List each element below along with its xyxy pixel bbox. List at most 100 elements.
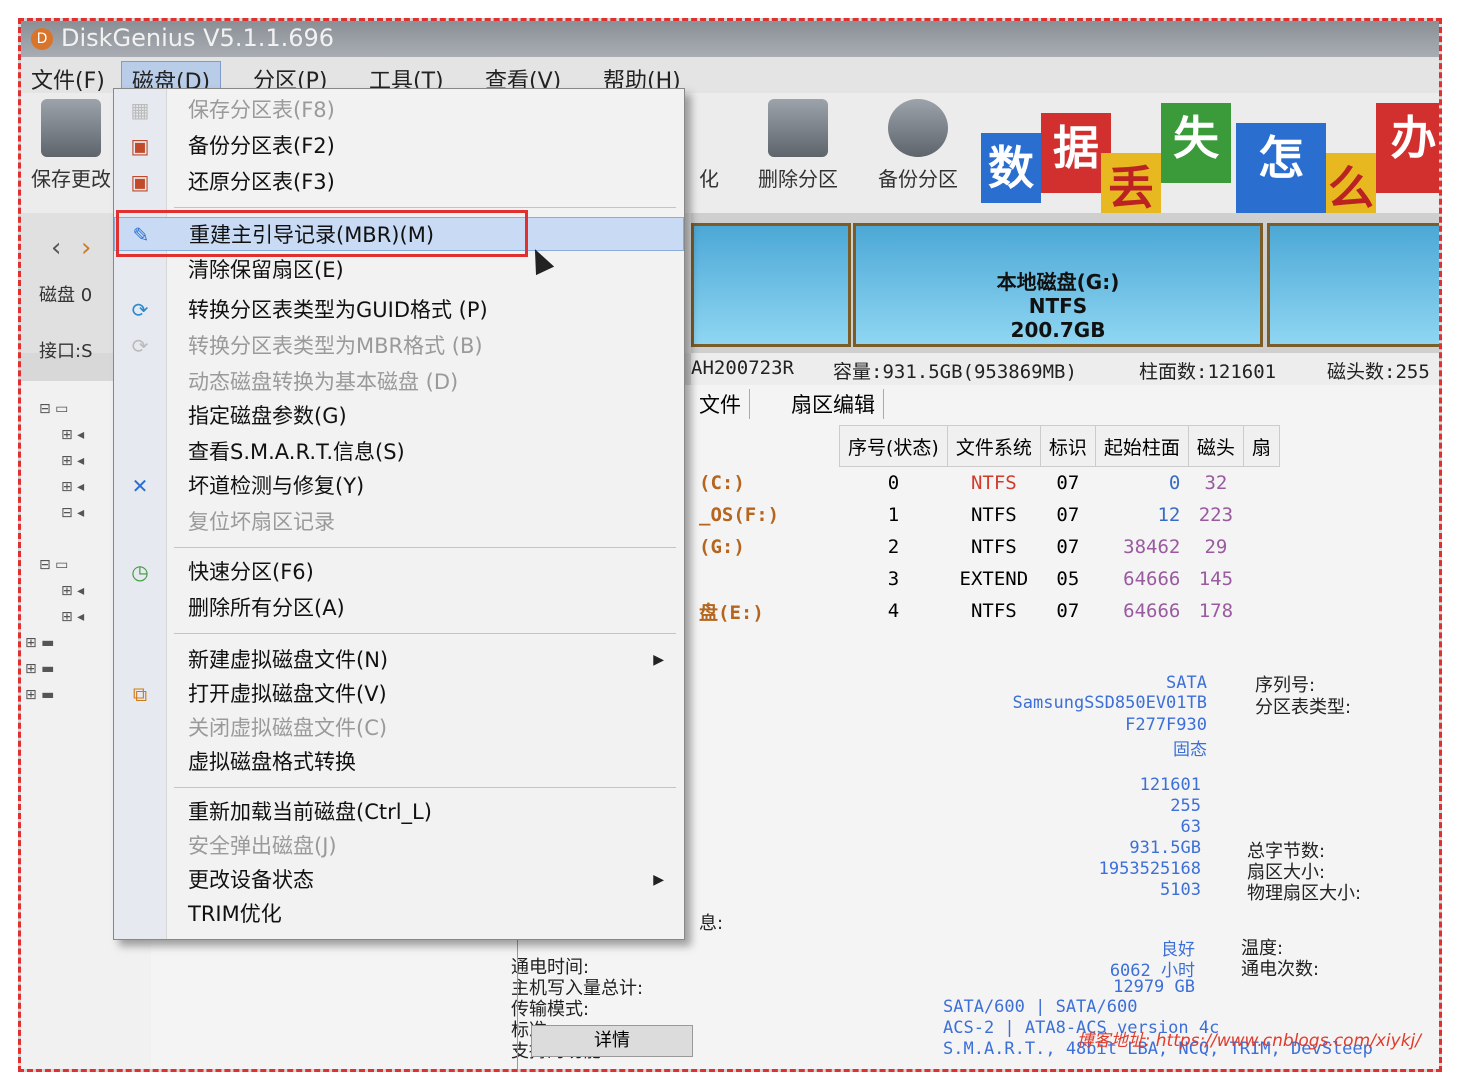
menu-item-convert-to-mbr[interactable]: ⟳ 转换分区表类型为MBR格式 (B) — [114, 329, 684, 363]
table-row[interactable]: (C:) 0 NTFS 07 0 32 — [691, 467, 1279, 500]
table-row[interactable]: (G:) 2 NTFS 07 38462 29 — [691, 531, 1279, 563]
menu-item-trim[interactable]: TRIM优化 — [114, 897, 684, 931]
tree-node[interactable]: ⊟ ▭ — [39, 557, 68, 573]
cell-cyl: 64666 — [1123, 600, 1181, 622]
table-row[interactable]: 3 EXTEND 05 64666 145 — [691, 563, 1279, 595]
tab-sector-edit[interactable]: 扇区编辑 — [783, 389, 884, 419]
tree-node[interactable]: ⊟ ▭ — [39, 401, 68, 417]
menu-separator — [174, 787, 676, 788]
tree-node[interactable]: ⊞ ▬ — [25, 661, 54, 677]
menu-item-new-virtual-disk[interactable]: 新建虚拟磁盘文件(N) ▶ — [114, 643, 684, 677]
delete-partition-button[interactable]: 删除分区 — [743, 99, 853, 192]
segment-fs: NTFS — [1028, 294, 1088, 318]
menu-item-label: 新建虚拟磁盘文件(N) — [188, 648, 389, 672]
cell-head: 223 — [1198, 504, 1234, 526]
restore-icon: ▣ — [130, 170, 150, 194]
menu-item-open-virtual-disk[interactable]: ⧉ 打开虚拟磁盘文件(V) — [114, 677, 684, 711]
backup-icon — [888, 99, 948, 157]
tree-node[interactable]: ⊞ ◂ — [61, 479, 84, 495]
disk-model: AH200723R — [691, 357, 794, 379]
backup-partition-label: 备份分区 — [878, 167, 958, 191]
vdisk-icon: ⧉ — [132, 682, 148, 706]
col-header-name — [691, 426, 840, 467]
menu-item-label: 动态磁盘转换为基本磁盘 (D) — [188, 370, 459, 394]
detail-host-writes: 12979 GB — [1113, 977, 1195, 997]
partition-segment[interactable] — [1267, 223, 1439, 347]
col-header[interactable]: 序号(状态) — [839, 425, 948, 467]
save-changes-button[interactable]: 保存更改 — [25, 99, 117, 192]
cell-id: 05 — [1056, 568, 1080, 590]
save-icon: ▦ — [130, 98, 150, 122]
menu-item-safe-eject[interactable]: 安全弹出磁盘(J) — [114, 829, 684, 863]
partition-segment[interactable] — [691, 223, 851, 347]
cell-name: (G:) — [699, 536, 745, 558]
blog-watermark: 博客地址: https://www.cnblogs.com/xiykj/ — [1076, 1031, 1421, 1051]
menu-item-reload-disk[interactable]: 重新加载当前磁盘(Ctrl_L) — [114, 795, 684, 829]
cell-id: 07 — [1056, 600, 1080, 622]
cell-empty — [1243, 467, 1279, 500]
label-smart-info: 息: — [699, 913, 724, 934]
label-table-type: 分区表类型: — [1255, 697, 1352, 718]
tree-node[interactable]: ⊞ ◂ — [61, 583, 84, 599]
menu-item-virtual-disk-convert[interactable]: 虚拟磁盘格式转换 — [114, 745, 684, 779]
menu-item-backup-partition-table[interactable]: ▣ 备份分区表(F2) — [114, 129, 684, 163]
menu-item-label: 复位坏扇区记录 — [188, 510, 335, 534]
menu-item-convert-to-guid[interactable]: ⟳ 转换分区表类型为GUID格式 (P) — [114, 293, 684, 327]
menu-item-delete-all-partitions[interactable]: 删除所有分区(A) — [114, 591, 684, 625]
menu-item-dynamic-to-basic[interactable]: 动态磁盘转换为基本磁盘 (D) — [114, 365, 684, 399]
menu-separator — [174, 207, 676, 208]
tab-files[interactable]: 文件 — [691, 389, 750, 419]
details-button[interactable]: 详情 — [531, 1025, 693, 1057]
disk-partition-bar: 本地磁盘(G:) NTFS 200.7GB — [691, 213, 1439, 353]
col-header[interactable]: 文件系统 — [946, 425, 1041, 467]
menu-item-reset-bad-sectors[interactable]: 复位坏扇区记录 — [114, 505, 684, 539]
cell-head: 178 — [1198, 600, 1234, 622]
cell-name — [691, 563, 840, 595]
tree-node[interactable]: ⊞ ◂ — [61, 609, 84, 625]
col-header[interactable]: 磁头 — [1187, 425, 1244, 467]
nav-forward-icon[interactable]: › — [81, 233, 91, 263]
ad-banner[interactable]: 数 据 丢 失 怎 么 办 — [981, 93, 1439, 215]
backup-partition-button[interactable]: 备份分区 — [863, 99, 973, 192]
menu-file[interactable]: 文件(F) — [21, 61, 115, 97]
cell-cyl: 0 — [1168, 472, 1181, 494]
col-header[interactable]: 标识 — [1039, 425, 1096, 467]
menu-item-smart-info[interactable]: 查看S.M.A.R.T.信息(S) — [114, 435, 684, 469]
disk-info-line: AH200723R 容量:931.5GB(953869MB) 柱面数:12160… — [691, 353, 1439, 385]
menu-item-close-virtual-disk[interactable]: 关闭虚拟磁盘文件(C) — [114, 711, 684, 745]
col-header[interactable]: 起始柱面 — [1094, 425, 1189, 467]
table-row[interactable]: 盘(E:) 4 NTFS 07 64666 178 — [691, 595, 1279, 627]
title-bar: D DiskGenius V5.1.1.696 — [21, 21, 1439, 57]
partition-segment-g[interactable]: 本地磁盘(G:) NTFS 200.7GB — [853, 223, 1263, 347]
toolbar-partial-label: 化 — [699, 167, 719, 191]
menu-item-label: 打开虚拟磁盘文件(V) — [188, 682, 387, 706]
label-power-count: 通电次数: — [1241, 959, 1320, 980]
menu-item-label: 还原分区表(F3) — [188, 170, 335, 194]
cell-fs: EXTEND — [959, 568, 1029, 590]
cell-name: (C:) — [699, 471, 745, 494]
menu-item-change-device-state[interactable]: 更改设备状态 ▶ — [114, 863, 684, 897]
tree-node[interactable]: ⊞ ◂ — [61, 453, 84, 469]
menu-item-clear-reserved-sectors[interactable]: 清除保留扇区(E) — [114, 253, 684, 287]
menu-item-disk-parameters[interactable]: 指定磁盘参数(G) — [114, 399, 684, 433]
tree-node[interactable]: ⊞ ▬ — [25, 687, 54, 703]
menu-item-quick-partition[interactable]: ◷ 快速分区(F6) — [114, 555, 684, 589]
menu-item-restore-partition-table[interactable]: ▣ 还原分区表(F3) — [114, 165, 684, 199]
menu-item-save-partition-table[interactable]: ▦ 保存分区表(F8) — [114, 93, 684, 127]
table-row[interactable]: _OS(F:) 1 NTFS 07 12 223 — [691, 499, 1279, 531]
menu-item-bad-sector-check[interactable]: ✕ 坏道检测与修复(Y) — [114, 469, 684, 503]
tools-icon: ✕ — [131, 474, 149, 498]
disk-cylinders: 柱面数:121601 — [1139, 361, 1277, 383]
nav-back-icon[interactable]: ‹ — [51, 233, 61, 263]
col-header[interactable]: 扇 — [1242, 425, 1280, 467]
tree-node[interactable]: ⊞ ◂ — [61, 427, 84, 443]
clock-icon: ◷ — [131, 560, 149, 584]
tree-node[interactable]: ⊟ ◂ — [61, 505, 84, 521]
tree-node[interactable]: ⊞ ▬ — [25, 635, 54, 651]
submenu-arrow-icon: ▶ — [653, 872, 664, 888]
cell-index: 3 — [887, 568, 900, 590]
detail-interface: SATA — [1166, 673, 1207, 693]
interface-label: 接口:S — [39, 341, 93, 362]
menu-item-label: TRIM优化 — [188, 902, 282, 926]
menu-separator — [174, 633, 676, 634]
